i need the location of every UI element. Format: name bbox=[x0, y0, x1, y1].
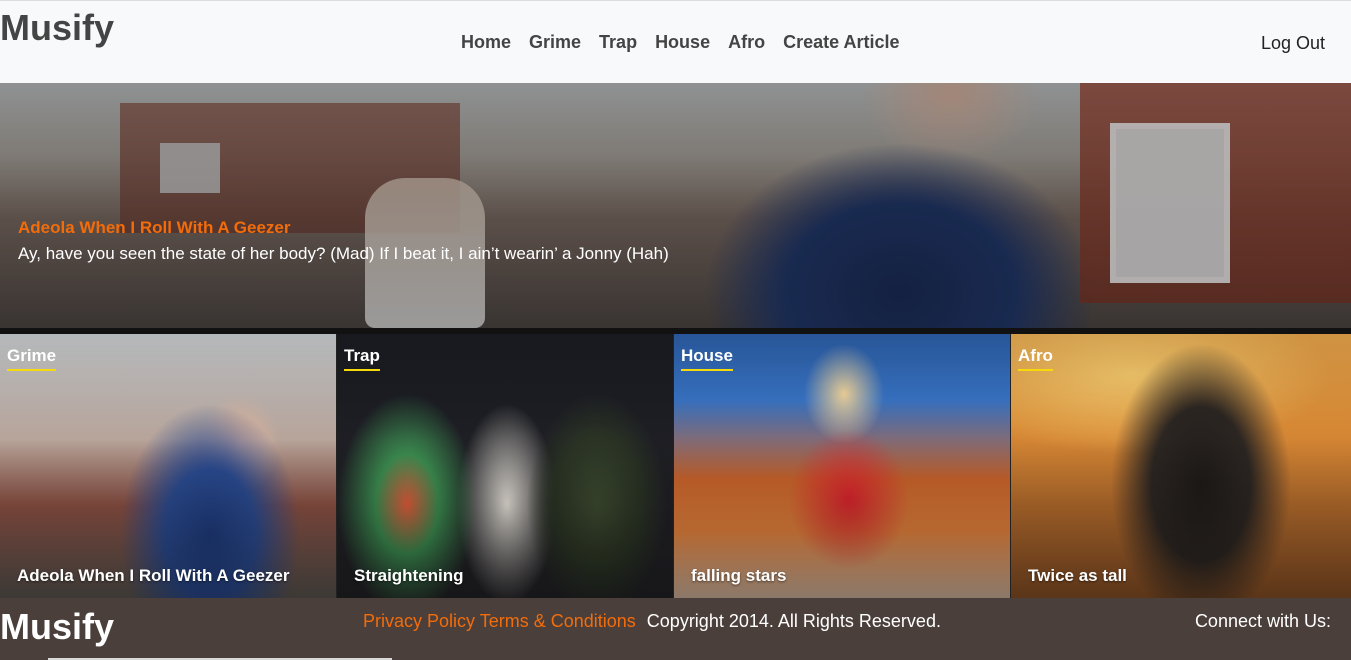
nav-link-trap[interactable]: Trap bbox=[599, 31, 637, 53]
nav-link-house[interactable]: House bbox=[655, 31, 710, 53]
card-shade bbox=[1011, 334, 1351, 598]
terms-conditions-link[interactable]: Terms & Conditions bbox=[480, 611, 636, 631]
card-title: falling stars bbox=[691, 566, 787, 585]
card-shade bbox=[674, 334, 1010, 598]
card-title: Twice as tall bbox=[1028, 566, 1127, 585]
nav-links: Home Grime Trap House Afro Create Articl… bbox=[461, 31, 917, 53]
card-house[interactable]: House falling stars bbox=[674, 334, 1011, 598]
card-title: Adeola When I Roll With A Geezer bbox=[17, 566, 290, 585]
footer-brand: Musify bbox=[0, 606, 115, 647]
nav-link-home[interactable]: Home bbox=[461, 31, 511, 53]
copyright-text: Copyright 2014. All Rights Reserved. bbox=[646, 611, 941, 631]
card-genre-label: House bbox=[681, 346, 733, 371]
card-genre-label: Grime bbox=[7, 346, 57, 371]
card-title: Straightening bbox=[354, 566, 464, 585]
footer-links: Privacy Policy Terms & Conditions Copyri… bbox=[363, 610, 941, 632]
nav-link-grime[interactable]: Grime bbox=[529, 31, 581, 53]
card-trap[interactable]: Trap Straightening bbox=[337, 334, 674, 598]
hero-title[interactable]: Adeola When I Roll With A Geezer bbox=[18, 218, 291, 238]
card-grime[interactable]: Grime Adeola When I Roll With A Geezer bbox=[0, 334, 337, 598]
hero-banner[interactable]: Adeola When I Roll With A Geezer Ay, hav… bbox=[0, 83, 1351, 328]
nav-link-create-article[interactable]: Create Article bbox=[783, 31, 899, 53]
footer: Musify Privacy Policy Terms & Conditions… bbox=[0, 598, 1351, 660]
logout-link[interactable]: Log Out bbox=[1261, 32, 1325, 54]
card-genre-label: Trap bbox=[344, 346, 380, 371]
card-afro[interactable]: Afro Twice as tall bbox=[1011, 334, 1351, 598]
card-shade bbox=[337, 334, 673, 598]
card-shade bbox=[0, 334, 336, 598]
nav-link-afro[interactable]: Afro bbox=[728, 31, 765, 53]
brand-logo[interactable]: Musify bbox=[0, 7, 114, 49]
genre-cards: Grime Adeola When I Roll With A Geezer T… bbox=[0, 334, 1351, 598]
card-genre-label: Afro bbox=[1018, 346, 1053, 371]
hero-overlay bbox=[0, 83, 1351, 328]
navbar: Musify Home Grime Trap House Afro Create… bbox=[0, 0, 1351, 83]
connect-label: Connect with Us: bbox=[1194, 611, 1331, 631]
hero-lyrics: Ay, have you seen the state of her body?… bbox=[18, 244, 669, 263]
privacy-policy-link[interactable]: Privacy Policy bbox=[363, 611, 475, 631]
